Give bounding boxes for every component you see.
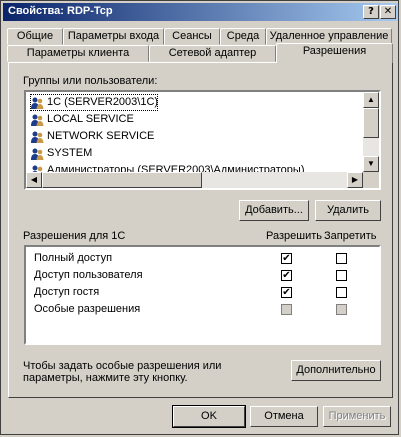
permission-row: Доступ гостя	[34, 286, 100, 298]
groups-list[interactable]: 1C (SERVER2003\1C) LOCAL SERVICE NETWORK…	[24, 90, 381, 190]
list-item-label: SYSTEM	[47, 147, 93, 159]
list-item-label: NETWORK SERVICE	[47, 130, 155, 142]
list-item-label: 1C (SERVER2003\1C)	[47, 96, 159, 108]
deny-checkbox[interactable]	[336, 287, 347, 298]
tab-sessions[interactable]: Сеансы	[164, 28, 220, 45]
allow-checkbox[interactable]: ✔	[281, 270, 292, 281]
tab-network-adapter[interactable]: Сетевой адаптер	[149, 45, 276, 62]
horizontal-scrollbar[interactable]: ◀ ▶	[26, 172, 363, 188]
tab-permissions[interactable]: Разрешения	[276, 43, 393, 63]
group-icon	[30, 97, 44, 109]
close-button[interactable]: ✕	[380, 5, 396, 19]
deny-checkbox	[336, 304, 347, 315]
tab-logon-settings[interactable]: Параметры входа	[63, 28, 164, 45]
permission-row: Полный доступ	[34, 252, 113, 264]
group-icon	[30, 148, 44, 160]
scrollbar-corner	[363, 172, 379, 188]
permission-row: Доступ пользователя	[34, 269, 143, 281]
ok-button[interactable]: OK	[172, 405, 246, 428]
special-permissions-note: Чтобы задать особые разрешения или парам…	[23, 360, 222, 384]
allow-checkbox[interactable]: ✔	[281, 253, 292, 264]
tab-environment[interactable]: Среда	[220, 28, 266, 45]
permissions-for-label: Разрешения для 1C	[23, 230, 126, 242]
horizontal-scroll-thumb[interactable]	[42, 172, 202, 188]
add-button[interactable]: Добавить...	[239, 200, 309, 221]
scroll-right-icon[interactable]: ▶	[347, 172, 363, 188]
help-button[interactable]: ?	[363, 5, 379, 19]
properties-dialog: Свойства: RDP-Tcp ? ✕ Общие Параметры вх…	[0, 0, 399, 435]
list-item-local-service[interactable]: LOCAL SERVICE	[30, 111, 134, 128]
permissions-list: Полный доступ ✔ Доступ пользователя ✔ До…	[24, 245, 381, 345]
group-icon	[30, 165, 44, 172]
cancel-button[interactable]: Отмена	[250, 406, 318, 427]
permissions-panel: Группы или пользователи: 1C (SERVER2003\…	[8, 62, 393, 398]
vertical-scroll-thumb[interactable]	[363, 108, 379, 138]
window-title: Свойства: RDP-Tcp	[8, 5, 113, 17]
scroll-left-icon[interactable]: ◀	[26, 172, 42, 188]
deny-checkbox[interactable]	[336, 253, 347, 264]
remove-button[interactable]: Удалить	[315, 200, 381, 221]
tab-general[interactable]: Общие	[7, 28, 63, 45]
group-icon	[30, 131, 44, 143]
advanced-button[interactable]: Дополнительно	[291, 360, 381, 381]
groups-label: Группы или пользователи:	[23, 75, 158, 87]
tab-client-settings[interactable]: Параметры клиента	[7, 45, 149, 62]
allow-column-header: Разрешить	[266, 230, 322, 242]
groups-list-viewport: 1C (SERVER2003\1C) LOCAL SERVICE NETWORK…	[26, 92, 363, 172]
list-item-label: Администраторы (SERVER2003\Администратор…	[47, 164, 305, 172]
list-item-1c[interactable]: 1C (SERVER2003\1C)	[30, 94, 159, 111]
allow-checkbox	[281, 304, 292, 315]
vertical-scrollbar[interactable]: ▲ ▼	[363, 92, 379, 172]
list-item-administrators[interactable]: Администраторы (SERVER2003\Администратор…	[30, 162, 305, 172]
list-item-network-service[interactable]: NETWORK SERVICE	[30, 128, 154, 145]
list-item-label: LOCAL SERVICE	[47, 113, 134, 125]
apply-button[interactable]: Применить	[323, 406, 391, 427]
scroll-down-icon[interactable]: ▼	[363, 156, 379, 172]
scroll-up-icon[interactable]: ▲	[363, 92, 379, 108]
group-icon	[30, 114, 44, 126]
deny-column-header: Запретить	[324, 230, 377, 242]
list-item-system[interactable]: SYSTEM	[30, 145, 92, 162]
deny-checkbox[interactable]	[336, 270, 347, 281]
title-bar[interactable]: Свойства: RDP-Tcp ? ✕	[3, 3, 398, 21]
allow-checkbox[interactable]: ✔	[281, 287, 292, 298]
permission-row: Особые разрешения	[34, 303, 141, 315]
